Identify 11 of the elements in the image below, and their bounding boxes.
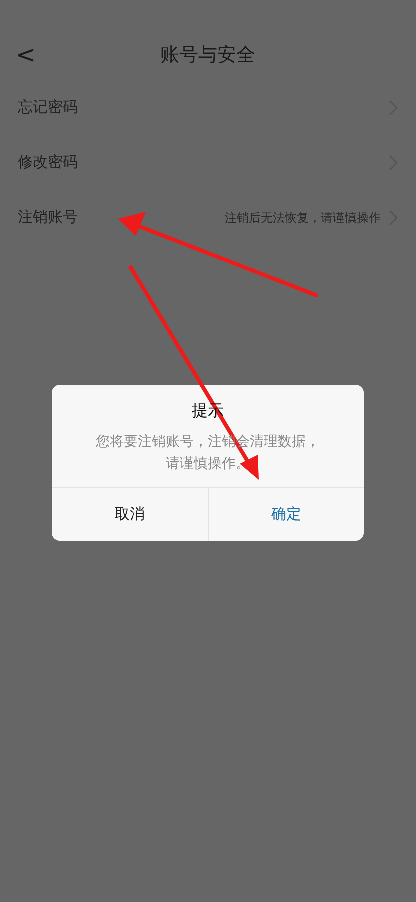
- back-button[interactable]: <: [16, 37, 40, 73]
- row-label: 修改密码: [18, 152, 78, 174]
- row-label: 忘记密码: [18, 97, 78, 118]
- row-label: 注销账号: [18, 207, 78, 228]
- settings-row[interactable]: 忘记密码: [0, 80, 416, 135]
- confirm-button[interactable]: 确定: [208, 488, 364, 541]
- row-hint: 注销后无法恢复，请谨慎操作: [225, 210, 381, 226]
- settings-row[interactable]: 修改密码: [0, 135, 416, 190]
- page-title: 账号与安全: [160, 42, 256, 68]
- cancel-button[interactable]: 取消: [52, 488, 208, 541]
- settings-row[interactable]: 注销账号 注销后无法恢复，请谨慎操作: [0, 190, 416, 245]
